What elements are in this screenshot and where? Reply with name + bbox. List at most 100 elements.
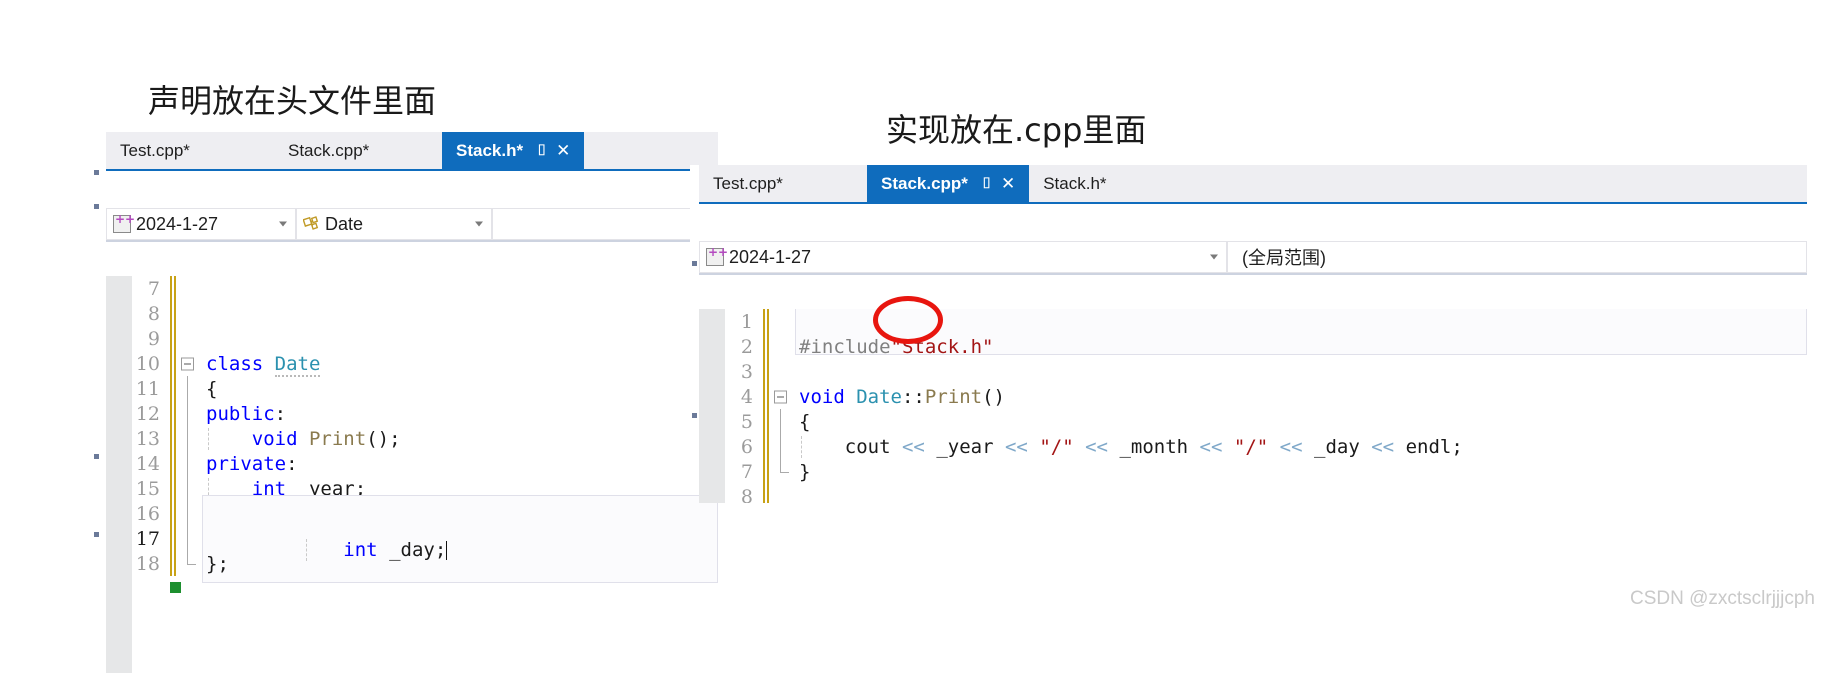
line-number: 5 bbox=[740, 410, 753, 433]
change-bar bbox=[168, 501, 178, 526]
scope-dropdown[interactable]: Date bbox=[296, 208, 492, 240]
change-bar bbox=[168, 301, 178, 326]
code-line-current: 17 int _day; bbox=[106, 494, 718, 583]
project-dropdown[interactable]: 2024-1-27 bbox=[106, 208, 296, 240]
fold-gutter bbox=[771, 309, 793, 334]
change-bar bbox=[168, 351, 178, 376]
fold-gutter bbox=[178, 276, 200, 301]
change-bar bbox=[168, 426, 178, 451]
project-dropdown[interactable]: 2024-1-27 bbox=[699, 241, 1227, 273]
code-text: void Print(); bbox=[200, 427, 718, 450]
tab-stack-cpp[interactable]: Stack.cpp* bbox=[274, 132, 442, 169]
line-number: 4 bbox=[740, 385, 753, 408]
tab-stack-h[interactable]: Stack.h* bbox=[1029, 165, 1176, 202]
collapse-icon[interactable] bbox=[774, 390, 787, 403]
right-code-editor[interactable]: 1 2 #include"Stack.h" 3 4 void Date::Pri… bbox=[699, 309, 1807, 503]
change-bar bbox=[761, 459, 771, 484]
code-line: 3 bbox=[699, 359, 1807, 384]
right-navigation-bar: 2024-1-27 (全局范围) bbox=[699, 241, 1807, 275]
fold-gutter bbox=[178, 401, 200, 426]
fold-gutter bbox=[178, 301, 200, 326]
chevron-down-icon bbox=[279, 221, 287, 227]
code-line: 7 } bbox=[699, 459, 1807, 484]
line-number: 12 bbox=[135, 402, 160, 425]
project-name: 2024-1-27 bbox=[136, 213, 219, 234]
code-text: } bbox=[799, 460, 811, 483]
code-line: 8 bbox=[106, 301, 718, 326]
fold-gutter bbox=[178, 451, 200, 476]
rail-dot bbox=[94, 170, 99, 175]
pin-icon[interactable]: ⌷ bbox=[537, 143, 546, 158]
line-number: 14 bbox=[135, 452, 160, 475]
change-bar bbox=[168, 451, 178, 476]
fold-gutter bbox=[178, 551, 200, 576]
left-panel-caption: 声明放在头文件里面 bbox=[148, 82, 437, 120]
tab-stack-cpp[interactable]: Stack.cpp* ⌷ ✕ bbox=[867, 165, 1030, 202]
change-bar bbox=[761, 484, 771, 503]
line-number: 11 bbox=[135, 377, 160, 400]
rail-dot bbox=[692, 413, 697, 418]
left-tab-strip: Test.cpp* Stack.cpp* Stack.h* ⌷ ✕ bbox=[106, 132, 718, 171]
tab-test-cpp[interactable]: Test.cpp* bbox=[699, 165, 867, 202]
tab-label: Test.cpp* bbox=[713, 173, 783, 193]
code-text: void Date::Print() bbox=[799, 385, 1005, 408]
pin-icon[interactable]: ⌷ bbox=[982, 176, 991, 191]
code-text: public: bbox=[206, 402, 287, 425]
code-line-current: 1 bbox=[699, 309, 1807, 355]
code-text: { bbox=[206, 377, 218, 400]
member-dropdown[interactable] bbox=[492, 208, 718, 240]
change-bar bbox=[168, 476, 178, 501]
tab-label: Stack.h* bbox=[456, 140, 524, 160]
fold-gutter bbox=[771, 334, 793, 359]
line-number: 13 bbox=[135, 427, 160, 450]
change-bar bbox=[168, 376, 178, 401]
fold-gutter bbox=[771, 359, 793, 384]
line-number: 1 bbox=[740, 310, 753, 333]
line-number: 15 bbox=[135, 477, 160, 500]
code-line: 10 class Date bbox=[106, 351, 718, 377]
right-tab-strip: Test.cpp* Stack.cpp* ⌷ ✕ Stack.h* bbox=[699, 165, 1807, 204]
change-bar bbox=[168, 401, 178, 426]
fold-gutter bbox=[771, 434, 793, 459]
tab-strip-filler bbox=[1175, 165, 1807, 202]
tab-label: Test.cpp* bbox=[120, 140, 190, 160]
fold-gutter bbox=[178, 526, 200, 551]
code-line: 14 private: bbox=[106, 451, 718, 476]
fold-gutter[interactable] bbox=[771, 384, 793, 409]
line-number: 6 bbox=[740, 435, 753, 458]
collapse-icon[interactable] bbox=[181, 357, 194, 370]
change-bar bbox=[761, 334, 771, 359]
line-number: 8 bbox=[740, 485, 753, 504]
close-icon[interactable]: ✕ bbox=[1001, 175, 1015, 192]
line-number: 7 bbox=[740, 460, 753, 483]
fold-gutter bbox=[178, 376, 200, 401]
code-line: 4 void Date::Print() bbox=[699, 384, 1807, 409]
code-line: 5 { bbox=[699, 409, 1807, 434]
fold-gutter bbox=[178, 501, 200, 526]
csdn-watermark: CSDN @zxctsclrjjjcph bbox=[1629, 588, 1815, 609]
fold-gutter bbox=[178, 426, 200, 451]
code-line: 7 bbox=[106, 276, 718, 301]
code-line: 2 #include"Stack.h" bbox=[699, 334, 1807, 359]
change-bar bbox=[168, 326, 178, 351]
left-editor-window: Test.cpp* Stack.cpp* Stack.h* ⌷ ✕ 2024-1… bbox=[92, 132, 718, 673]
close-icon[interactable]: ✕ bbox=[556, 142, 570, 159]
fold-gutter bbox=[771, 409, 793, 434]
chevron-down-icon bbox=[475, 221, 483, 227]
save-indicator bbox=[170, 582, 181, 593]
tab-label: Stack.cpp* bbox=[881, 173, 968, 193]
left-code-editor[interactable]: 7 8 9 10 class Date 11 {12 public: 13 v… bbox=[106, 276, 718, 673]
scope-dropdown[interactable]: (全局范围) bbox=[1227, 241, 1807, 273]
tab-strip-filler bbox=[584, 132, 718, 169]
tab-test-cpp[interactable]: Test.cpp* bbox=[106, 132, 274, 169]
code-text: #include"Stack.h" bbox=[799, 335, 994, 358]
project-name: 2024-1-27 bbox=[729, 246, 812, 267]
code-text: private: bbox=[206, 452, 298, 475]
code-line: 18 }; bbox=[106, 551, 718, 576]
code-line: 9 bbox=[106, 326, 718, 351]
line-number: 16 bbox=[135, 502, 160, 525]
change-bar bbox=[168, 276, 178, 301]
rail-dot bbox=[94, 204, 99, 209]
fold-gutter[interactable] bbox=[178, 351, 200, 376]
tab-stack-h[interactable]: Stack.h* ⌷ ✕ bbox=[442, 132, 585, 169]
